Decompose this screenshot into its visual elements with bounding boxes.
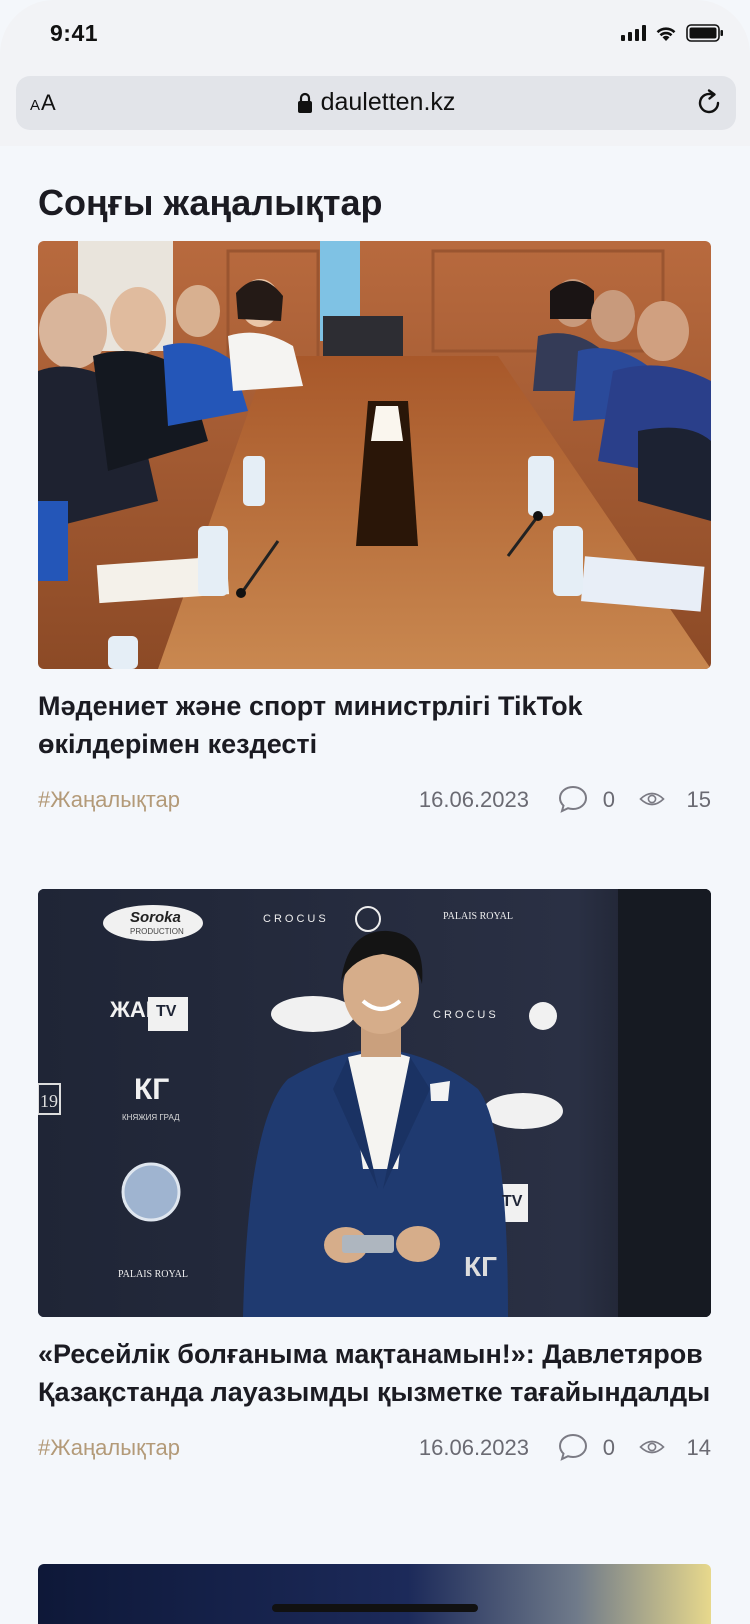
soroka-logo: Soroka: [130, 909, 181, 926]
eye-icon: [639, 792, 665, 806]
tv-logo: TV: [156, 1003, 177, 1020]
kg-logo-subtitle: КНЯЖИЯ ГРАД: [122, 1113, 180, 1122]
news-feed: Соңғы жаңалықтар Мәдениет және спорт мин…: [0, 146, 750, 1624]
crocus-logo-2: CROCUS: [433, 1009, 499, 1021]
news-card-image-partial[interactable]: [38, 1564, 711, 1624]
category-tag[interactable]: #Жаңалықтар: [38, 1435, 180, 1461]
reload-icon[interactable]: [694, 88, 724, 118]
comment-count: 0: [602, 1435, 615, 1460]
address-bar[interactable]: A A dauletten.kz: [16, 76, 736, 130]
eye-icon: [639, 1440, 665, 1454]
wifi-icon: [654, 24, 678, 42]
news-card-title[interactable]: «Ресейлік болғаныма мақтанамын!»: Давлет…: [38, 1335, 711, 1411]
url-display[interactable]: dauletten.kz: [16, 88, 736, 117]
meeting-photo: [38, 241, 711, 669]
tv-logo-2: TV: [502, 1193, 523, 1210]
status-time: 9:41: [50, 20, 99, 46]
news-card[interactable]: Soroka PRODUCTION CROCUS CROCUS PALAIS R…: [38, 889, 711, 1465]
status-icons: [621, 24, 724, 42]
comment-count: 0: [602, 787, 615, 812]
publish-date: 16.06.2023: [418, 1435, 529, 1460]
home-indicator: [272, 1604, 478, 1612]
browser-bar: A A dauletten.kz: [0, 72, 750, 146]
number-19-logo: 19: [40, 1091, 58, 1111]
publish-date: 16.06.2023: [418, 787, 529, 812]
news-card[interactable]: Мәдениет және спорт министрлігі TikTok ө…: [38, 241, 711, 817]
battery-icon: [686, 24, 724, 42]
kg-logo-2: КГ: [464, 1251, 497, 1282]
news-card-meta: #Жаңалықтар 16.06.2023 0 15: [38, 781, 711, 817]
view-count: 14: [686, 1435, 711, 1460]
lock-icon: [297, 92, 312, 113]
palais-royal-logo-2: PALAIS ROYAL: [118, 1269, 188, 1280]
section-title: Соңғы жаңалықтар: [38, 182, 383, 223]
kg-logo: КГ: [134, 1073, 170, 1106]
status-bar: 9:41: [0, 0, 750, 72]
phone-screen: 9:41 A A dauletten.kz Соңғы жаңалықтар М…: [0, 0, 750, 1624]
news-card-image-meeting[interactable]: [38, 241, 711, 669]
news-card-image-portrait[interactable]: Soroka PRODUCTION CROCUS CROCUS PALAIS R…: [38, 889, 711, 1317]
news-card-meta: #Жаңалықтар 16.06.2023 0 14: [38, 1429, 711, 1465]
url-text: dauletten.kz: [320, 88, 456, 116]
palais-royal-logo: PALAIS ROYAL: [443, 911, 513, 922]
cellular-signal-icon: [621, 25, 646, 41]
comment-icon: [558, 785, 588, 813]
news-card-title[interactable]: Мәдениет және спорт министрлігі TikTok ө…: [38, 687, 711, 763]
category-tag[interactable]: #Жаңалықтар: [38, 787, 180, 813]
news-card[interactable]: [38, 1564, 711, 1624]
production-logo-text: PRODUCTION: [130, 927, 184, 936]
comment-icon: [558, 1433, 588, 1461]
view-count: 15: [686, 787, 711, 812]
crocus-logo: CROCUS: [263, 913, 329, 925]
